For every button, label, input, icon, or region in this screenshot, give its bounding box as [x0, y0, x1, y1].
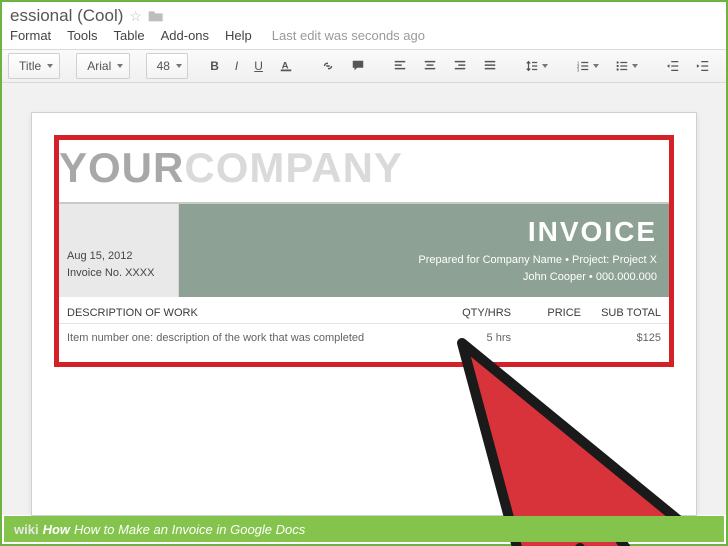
company-name-heading[interactable]: YOURCOMPANY	[59, 140, 669, 204]
invoice-number: Invoice No. XXXX	[67, 265, 170, 282]
invoice-contact: John Cooper • 000.000.000	[191, 269, 657, 286]
align-center-button[interactable]	[417, 53, 443, 79]
company-name-rest: COMPANY	[184, 144, 403, 191]
chevron-down-icon	[176, 64, 182, 68]
menu-help[interactable]: Help	[225, 28, 252, 43]
last-edit-label[interactable]: Last edit was seconds ago	[272, 28, 425, 43]
chevron-down-icon	[632, 64, 638, 68]
align-justify-button[interactable]	[477, 53, 503, 79]
chevron-down-icon	[47, 64, 53, 68]
align-right-button[interactable]	[447, 53, 473, 79]
star-icon[interactable]: ☆	[129, 8, 142, 25]
chevron-down-icon	[117, 64, 123, 68]
svg-text:3: 3	[577, 67, 580, 72]
paragraph-style-combo[interactable]: Title	[8, 53, 60, 79]
invoice-title-panel[interactable]: INVOICE Prepared for Company Name • Proj…	[179, 204, 669, 297]
cell-subtotal: $125	[581, 332, 661, 344]
titlebar: essional (Cool) ☆	[2, 2, 726, 26]
col-header-qty: QTY/HRS	[441, 307, 511, 319]
company-name-your: YOUR	[59, 144, 184, 191]
indent-button[interactable]	[690, 53, 716, 79]
bold-button[interactable]: B	[204, 53, 225, 79]
col-header-price: PRICE	[511, 307, 581, 319]
text-color-button[interactable]: A	[273, 53, 299, 79]
font-family-combo[interactable]: Arial	[76, 53, 130, 79]
invoice-table-header: DESCRIPTION OF WORK QTY/HRS PRICE SUB TO…	[59, 297, 669, 324]
cell-description: Item number one: description of the work…	[67, 332, 441, 344]
menu-format[interactable]: Format	[10, 28, 51, 43]
align-left-button[interactable]	[387, 53, 413, 79]
outdent-button[interactable]	[660, 53, 686, 79]
menu-tools[interactable]: Tools	[67, 28, 97, 43]
document-page[interactable]: YOURCOMPANY Aug 15, 2012 Invoice No. XXX…	[32, 113, 696, 515]
toolbar: Title Arial 48 B I U A	[2, 49, 726, 83]
invoice-date: Aug 15, 2012	[67, 248, 170, 265]
invoice-meta-panel[interactable]: Aug 15, 2012 Invoice No. XXXX	[59, 204, 179, 297]
wikihow-logo-how: How	[43, 522, 70, 537]
annotation-highlight-box: YOURCOMPANY Aug 15, 2012 Invoice No. XXX…	[54, 135, 674, 367]
wikihow-article-title: How to Make an Invoice in Google Docs	[74, 522, 305, 537]
font-size-combo[interactable]: 48	[146, 53, 188, 79]
insert-comment-button[interactable]	[345, 53, 371, 79]
menubar: Format Tools Table Add-ons Help Last edi…	[2, 26, 726, 49]
chevron-down-icon	[593, 64, 599, 68]
menu-table[interactable]: Table	[114, 28, 145, 43]
bulleted-list-button[interactable]	[609, 53, 644, 79]
insert-link-button[interactable]	[315, 53, 341, 79]
font-family-value: Arial	[87, 59, 111, 73]
col-header-description: DESCRIPTION OF WORK	[67, 307, 441, 319]
paragraph-style-value: Title	[19, 59, 41, 73]
italic-button[interactable]: I	[229, 53, 244, 79]
line-spacing-button[interactable]	[519, 53, 554, 79]
invoice-prepared-for: Prepared for Company Name • Project: Pro…	[191, 252, 657, 269]
numbered-list-button[interactable]: 123	[570, 53, 605, 79]
chevron-down-icon	[542, 64, 548, 68]
invoice-banner: Aug 15, 2012 Invoice No. XXXX INVOICE Pr…	[59, 204, 669, 297]
document-worksurface[interactable]: YOURCOMPANY Aug 15, 2012 Invoice No. XXX…	[2, 83, 726, 515]
invoice-heading: INVOICE	[191, 216, 657, 248]
cell-qty: 5 hrs	[441, 332, 511, 344]
col-header-subtotal: SUB TOTAL	[581, 307, 661, 319]
invoice-table-row[interactable]: Item number one: description of the work…	[59, 324, 669, 352]
wikihow-logo-wiki: wiki	[14, 522, 39, 537]
menu-addons[interactable]: Add-ons	[161, 28, 209, 43]
underline-button[interactable]: U	[248, 53, 269, 79]
folder-icon[interactable]	[148, 9, 164, 23]
font-size-value: 48	[157, 59, 170, 73]
cell-price	[511, 332, 581, 344]
document-title[interactable]: essional (Cool)	[10, 6, 123, 26]
wikihow-caption-bar: wiki How How to Make an Invoice in Google…	[4, 516, 724, 542]
